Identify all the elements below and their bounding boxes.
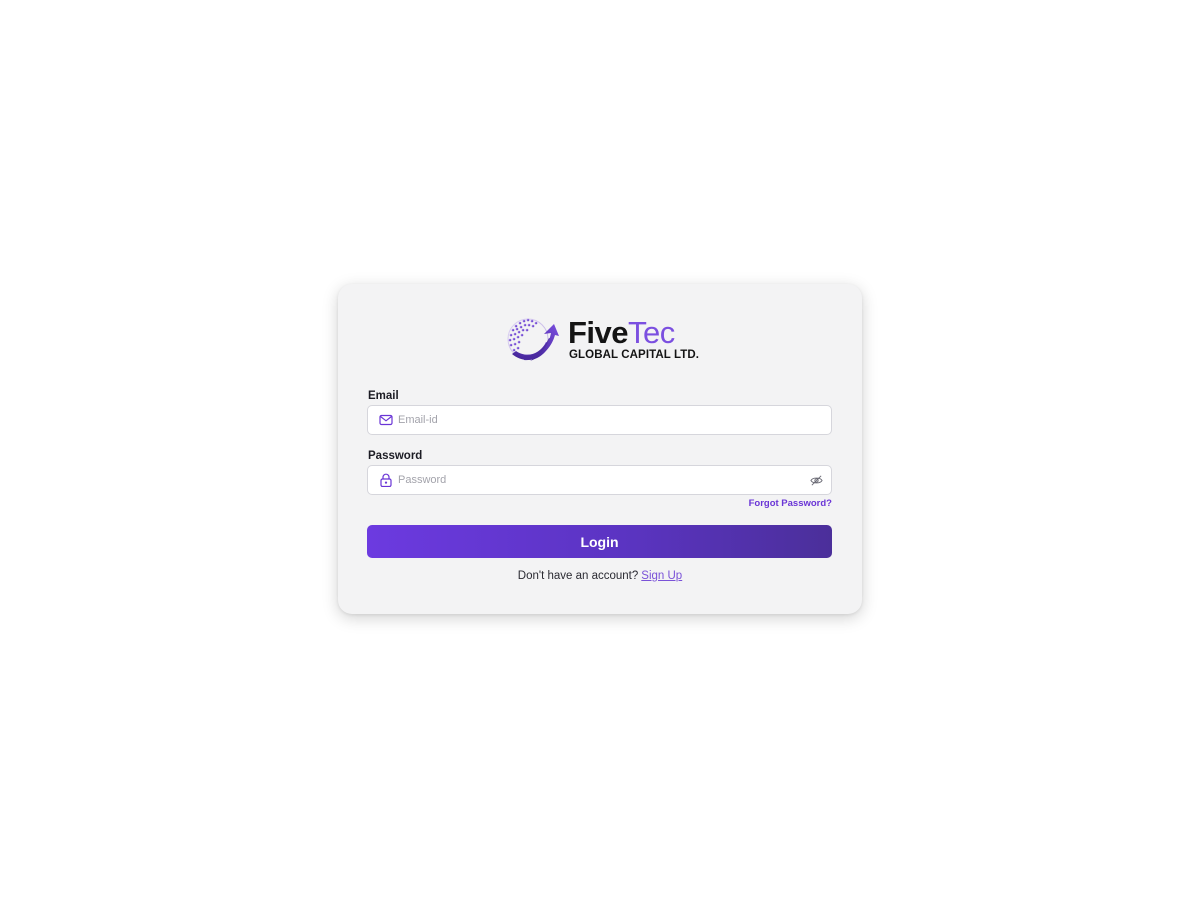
login-button[interactable]: Login	[367, 525, 832, 558]
brand-logo: FiveTec GLOBAL CAPITAL LTD.	[506, 314, 700, 366]
brand-name-part1: Five	[568, 315, 629, 350]
password-field[interactable]	[367, 465, 832, 495]
login-card: FiveTec GLOBAL CAPITAL LTD. Email Passwo…	[338, 284, 862, 614]
email-input[interactable]	[398, 406, 798, 434]
signup-prompt-text: Don't have an account?	[517, 570, 639, 582]
eye-off-icon[interactable]	[810, 474, 823, 487]
mail-icon	[379, 414, 393, 426]
brand-tagline: GLOBAL CAPITAL LTD.	[569, 349, 700, 361]
email-field[interactable]	[367, 405, 832, 435]
signup-prompt-line: Don't have an account? Sign Up	[338, 570, 862, 582]
email-label: Email	[368, 390, 399, 402]
lock-icon	[380, 473, 392, 487]
password-input[interactable]	[398, 466, 798, 494]
forgot-password-link[interactable]: Forgot Password?	[749, 498, 832, 509]
login-page: FiveTec GLOBAL CAPITAL LTD. Email Passwo…	[0, 0, 1200, 900]
brand-name: FiveTec	[568, 316, 675, 350]
signup-link[interactable]: Sign Up	[641, 570, 682, 582]
brand-name-part2: Tec	[628, 315, 675, 350]
password-label: Password	[368, 450, 423, 462]
globe-arrow-logo-icon	[507, 318, 559, 361]
